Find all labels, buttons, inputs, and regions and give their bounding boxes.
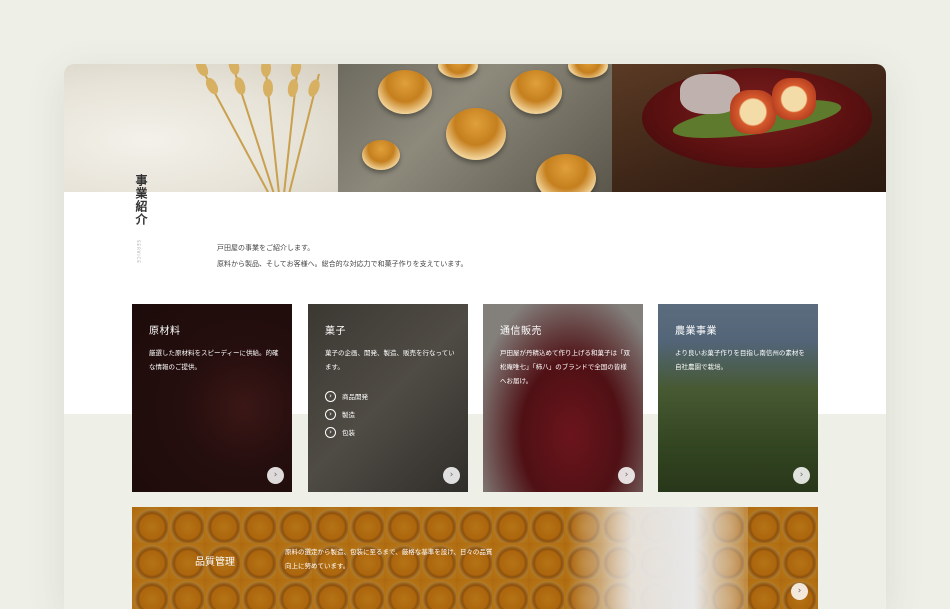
link-product-development[interactable]: › 商品開発 <box>325 388 368 404</box>
wheat-flour-image <box>64 64 338 192</box>
hero-image-strip <box>64 64 886 192</box>
wheat-illustration <box>195 64 320 192</box>
baked-pastry-image <box>338 64 612 192</box>
chevron-right-icon: › <box>325 408 336 420</box>
card-title: 通信販売 <box>500 326 542 337</box>
card-description: 厳選した原材料をスピーディーに供給。的確な情報のご提供。 <box>149 349 279 371</box>
pastry <box>378 70 432 114</box>
card-quality-control[interactable]: 品質管理 原料の選定から製造、包装に至るまで、厳格な基準を設け、日々の品質向上に… <box>132 507 818 609</box>
arrow-right-icon[interactable]: › <box>618 467 635 484</box>
link-label: 包装 <box>342 429 355 437</box>
card-mail-order[interactable]: 通信販売 戸田屋が丹精込めて作り上げる和菓子は「双松庵唯七」「柿八」のブランドで… <box>483 304 643 492</box>
pastry <box>536 154 596 192</box>
link-manufacturing[interactable]: › 製造 <box>325 406 368 422</box>
pastry <box>510 70 562 114</box>
card-links: › 商品開発 › 製造 › 包装 <box>325 388 368 442</box>
worker-image <box>568 507 748 609</box>
arrow-right-icon[interactable]: › <box>793 467 810 484</box>
card-confectionery[interactable]: 菓子 菓子の企画、開発、製造、販売を行なっています。 › 商品開発 › 製造 ›… <box>308 304 468 492</box>
intro-text: 戸田屋の事業をご紹介します。 原料から製品、そしてお客様へ。総合的な対応力で和菓… <box>217 240 468 272</box>
pastry <box>362 140 400 170</box>
intro-line: 原料から製品、そしてお客様へ。総合的な対応力で和菓子作りを支えています。 <box>217 260 468 268</box>
card-description: 原料の選定から製造、包装に至るまで、厳格な基準を設け、日々の品質向上に努めていま… <box>285 548 493 570</box>
chevron-right-icon: › <box>325 390 336 402</box>
persimmon-sweet <box>772 78 816 120</box>
link-label: 商品開発 <box>342 393 368 401</box>
card-description: 戸田屋が丹精込めて作り上げる和菓子は「双松庵唯七」「柿八」のブランドで全国の皆様… <box>500 349 630 385</box>
section-title: 事業紹介 <box>134 174 148 226</box>
arrow-right-icon[interactable]: › <box>267 467 284 484</box>
service-page: 事業紹介 SERVICE 戸田屋の事業をご紹介します。 原料から製品、そしてお客… <box>64 64 886 609</box>
arrow-right-icon[interactable]: › <box>443 467 460 484</box>
wagashi-plate-image <box>612 64 886 192</box>
section-subtitle: SERVICE <box>136 240 141 264</box>
arrow-right-icon[interactable]: › <box>791 583 808 600</box>
card-title: 菓子 <box>325 326 346 337</box>
card-agriculture[interactable]: 農業事業 より良いお菓子作りを目指し南信州の素材を自社農園で栽培。 › <box>658 304 818 492</box>
pastry <box>568 64 608 78</box>
link-packaging[interactable]: › 包装 <box>325 424 368 440</box>
pastry <box>438 64 478 78</box>
card-raw-materials[interactable]: 原材料 厳選した原材料をスピーディーに供給。的確な情報のご提供。 › <box>132 304 292 492</box>
intro-line: 戸田屋の事業をご紹介します。 <box>217 244 315 252</box>
card-title: 原材料 <box>149 326 181 337</box>
chevron-right-icon: › <box>325 426 336 438</box>
card-description: 菓子の企画、開発、製造、販売を行なっています。 <box>325 349 455 371</box>
card-description: より良いお菓子作りを目指し南信州の素材を自社農園で栽培。 <box>675 349 805 371</box>
link-label: 製造 <box>342 411 355 419</box>
card-title: 品質管理 <box>195 557 235 568</box>
pastry <box>446 108 506 160</box>
persimmon-sweet <box>730 90 776 134</box>
card-title: 農業事業 <box>675 326 717 337</box>
